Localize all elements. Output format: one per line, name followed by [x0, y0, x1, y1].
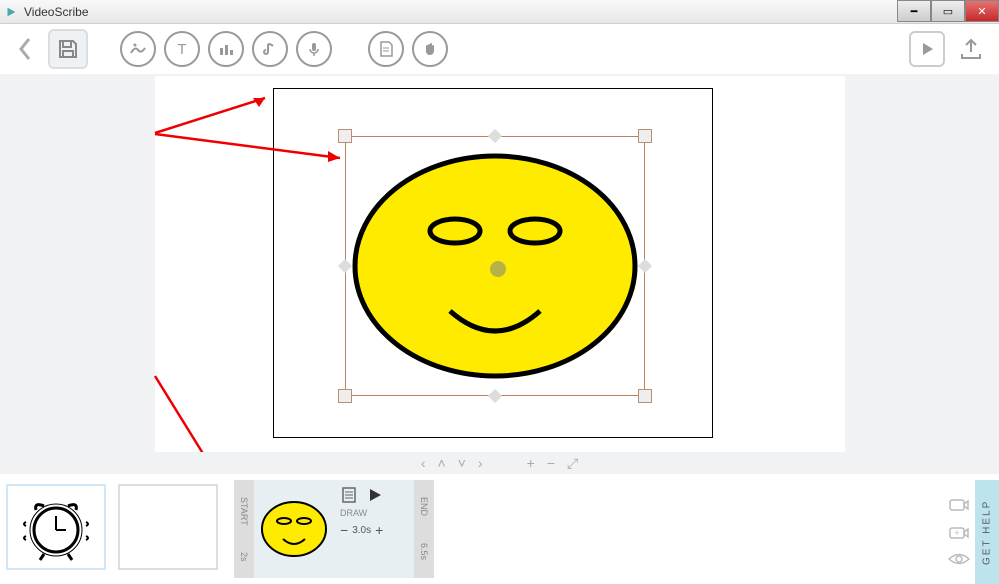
end-time: 6.5s	[419, 543, 429, 560]
save-button[interactable]	[48, 29, 88, 69]
add-text-button[interactable]: T	[164, 31, 200, 67]
page-icon	[377, 40, 395, 58]
element-controls: DRAW − 3.0s +	[334, 480, 414, 578]
nav-down-button[interactable]: ˅	[458, 455, 466, 471]
minimize-button[interactable]: ━	[897, 0, 931, 22]
end-label: END	[419, 497, 429, 516]
close-button[interactable]: ✕	[965, 0, 999, 22]
window-controls: ━ ▭ ✕	[897, 0, 999, 22]
save-icon	[57, 38, 79, 60]
zoom-in-button[interactable]: +	[527, 455, 535, 471]
element-properties-panel: START 2s DRAW − 3.0s + END	[234, 480, 434, 578]
main-toolbar: T	[0, 24, 999, 74]
get-help-tab[interactable]: GET HELP	[975, 480, 999, 584]
add-music-button[interactable]	[252, 31, 288, 67]
element-end-column: END 6.5s	[414, 480, 434, 578]
resize-handle-tl[interactable]	[338, 129, 352, 143]
export-button[interactable]	[953, 31, 989, 67]
nav-left-button[interactable]: ‹	[421, 455, 426, 471]
camera-icon[interactable]	[948, 496, 970, 514]
title-bar: VideoScribe ━ ▭ ✕	[0, 0, 999, 24]
smiley-thumbnail	[259, 499, 329, 559]
hand-icon	[421, 40, 439, 58]
play-element-icon[interactable]	[366, 486, 384, 504]
maximize-button[interactable]: ▭	[931, 0, 965, 22]
preview-button[interactable]	[909, 31, 945, 67]
properties-icon[interactable]	[340, 486, 358, 504]
add-chart-button[interactable]	[208, 31, 244, 67]
chevron-left-icon	[15, 35, 35, 63]
element-thumbnail[interactable]	[254, 480, 334, 578]
camera-add-icon[interactable]: +	[948, 524, 970, 542]
zoom-out-button[interactable]: −	[547, 455, 555, 471]
duration-value: 3.0s	[352, 525, 371, 536]
nav-right-button[interactable]: ›	[478, 455, 483, 471]
draw-mode-label: DRAW	[340, 508, 408, 518]
nav-up-button[interactable]: ˄	[438, 455, 446, 471]
chart-icon	[217, 40, 235, 58]
canvas-area: ‹ ˄ ˅ › + − ⤢	[0, 74, 999, 474]
page-button[interactable]	[368, 31, 404, 67]
text-icon: T	[173, 40, 191, 58]
svg-text:+: +	[954, 528, 959, 538]
start-time: 2s	[239, 552, 249, 562]
record-voice-button[interactable]	[296, 31, 332, 67]
center-pivot[interactable]	[490, 261, 506, 277]
start-label: START	[239, 497, 249, 526]
export-icon	[958, 36, 984, 62]
duration-minus-button[interactable]: −	[340, 522, 348, 538]
microphone-icon	[305, 40, 323, 58]
eye-icon[interactable]	[947, 552, 971, 566]
play-icon	[918, 40, 936, 58]
scene-thumb-2[interactable]	[118, 484, 218, 570]
app-icon	[4, 5, 18, 19]
music-icon	[261, 40, 279, 58]
element-start-column: START 2s	[234, 480, 254, 578]
hand-button[interactable]	[412, 31, 448, 67]
back-button[interactable]	[10, 31, 40, 67]
zoom-fit-button[interactable]: ⤢	[567, 455, 578, 472]
resize-handle-bl[interactable]	[338, 389, 352, 403]
annotation-arrow-1	[145, 88, 285, 168]
app-title: VideoScribe	[24, 5, 89, 19]
canvas-nav-controls: ‹ ˄ ˅ › + − ⤢	[0, 452, 999, 474]
add-image-button[interactable]	[120, 31, 156, 67]
svg-text:T: T	[177, 41, 186, 58]
timeline-right-controls: +	[947, 496, 971, 566]
timeline: START 2s DRAW − 3.0s + END	[0, 474, 999, 584]
image-icon	[129, 40, 147, 58]
resize-handle-tr[interactable]	[638, 129, 652, 143]
alarm-clock-thumbnail	[16, 492, 96, 562]
get-help-label: GET HELP	[982, 499, 993, 564]
duration-plus-button[interactable]: +	[375, 522, 383, 538]
scene-thumb-1[interactable]	[6, 484, 106, 570]
canvas[interactable]	[155, 76, 845, 468]
resize-handle-br[interactable]	[638, 389, 652, 403]
